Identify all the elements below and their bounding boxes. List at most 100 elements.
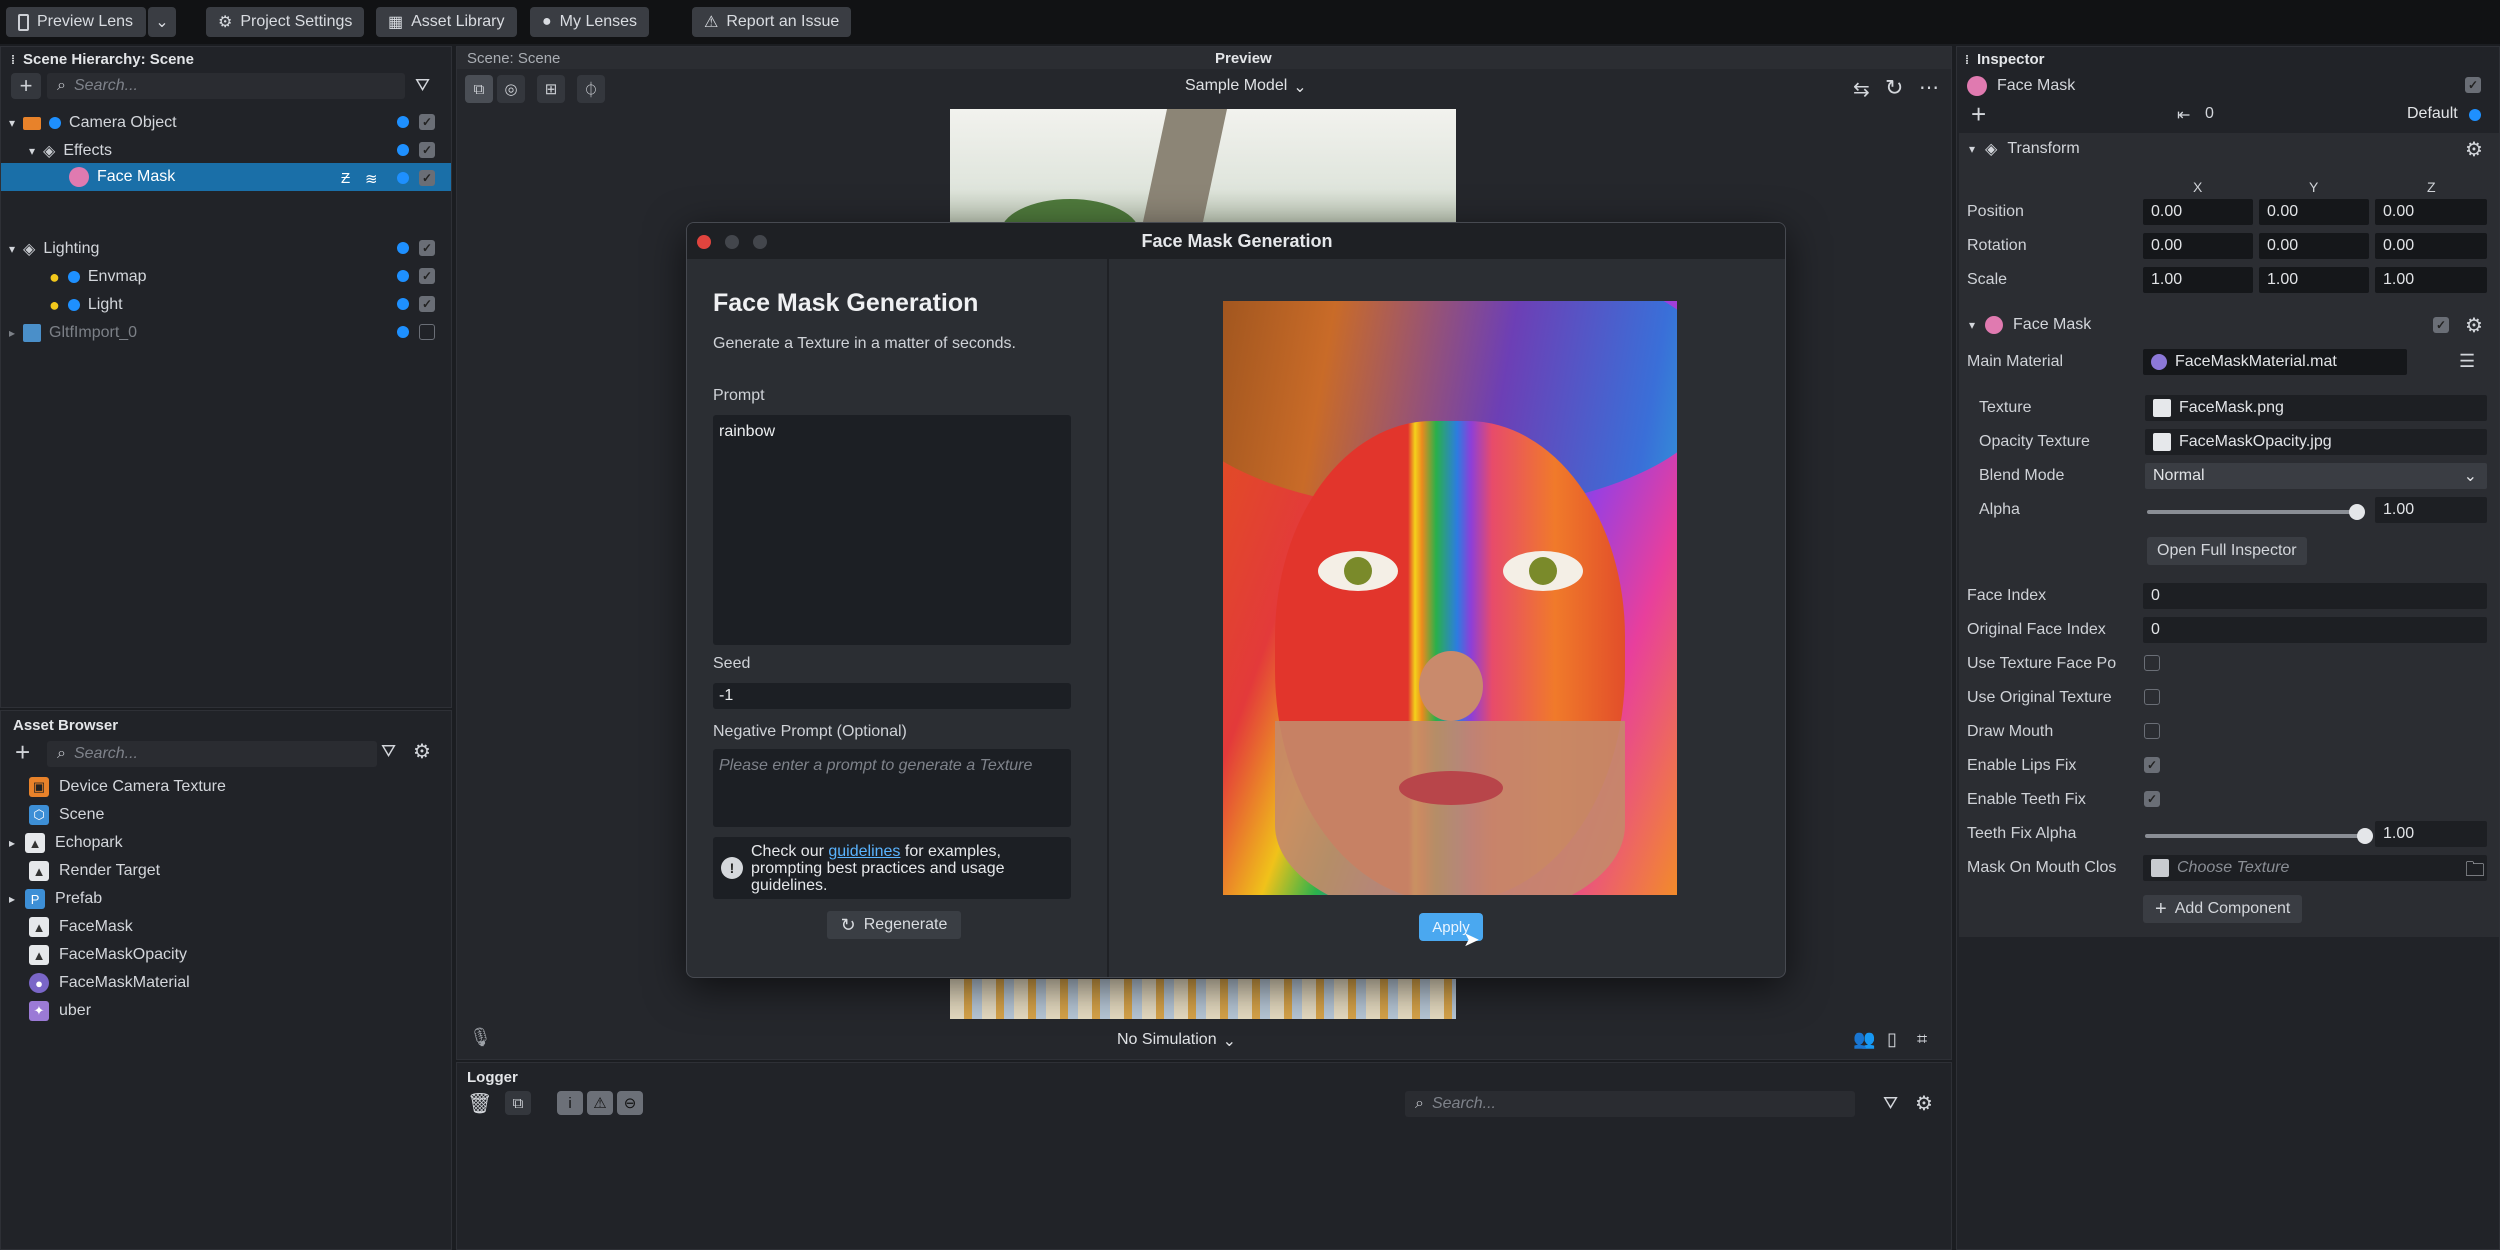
asset-item[interactable]: ▲ Render Target [29,857,160,885]
sample-model-dropdown[interactable]: Sample Model ⌄ [1185,77,1307,97]
layer-value[interactable]: 0 [2205,105,2214,123]
opacity-texture-field[interactable]: FaceMaskOpacity.jpg [2145,429,2487,455]
alpha-slider-handle[interactable] [2349,504,2365,520]
asset-item[interactable]: ▲ FaceMaskOpacity [29,941,187,969]
alpha-slider-track[interactable] [2147,510,2357,514]
asset-item[interactable]: ▲ FaceMask [29,913,133,941]
negative-prompt-textarea[interactable]: Please enter a prompt to generate a Text… [713,749,1071,827]
collapse-logs-button[interactable]: ⧉ [505,1091,531,1115]
trash-icon[interactable]: 🗑 [467,1091,492,1116]
guidelines-link[interactable]: guidelines [828,843,900,860]
hierarchy-item-light[interactable]: ● Light [49,291,123,319]
draw-mouth-checkbox[interactable] [2144,723,2160,739]
mask-on-mouth-field[interactable]: Choose Texture [2143,855,2487,881]
gear-icon[interactable]: ⚙ [2465,137,2483,162]
filter-icon[interactable]: ⛛ [415,75,430,96]
position-z-field[interactable]: 0.00 [2375,199,2487,225]
hierarchy-item-gltf[interactable]: ▸ GltfImport_0 [9,319,137,347]
scene-tool-button[interactable]: ⊞ [537,75,565,103]
asset-item[interactable]: ▣ Device Camera Texture [29,773,226,801]
rotation-z-field[interactable]: 0.00 [2375,233,2487,259]
visibility-dot[interactable] [397,270,409,282]
scene-tool-button[interactable]: ◎ [497,75,525,103]
asset-item[interactable]: ▸ P Prefab [9,885,102,913]
visibility-dot[interactable] [397,326,409,338]
position-y-field[interactable]: 0.00 [2259,199,2369,225]
filter-icon[interactable]: ⛛ [1883,1093,1898,1114]
my-lenses-button[interactable]: ● My Lenses [530,7,650,37]
hierarchy-item-lighting[interactable]: ▾ ◈ Lighting [9,235,99,263]
hierarchy-search-input[interactable]: ⌕ Search... [47,73,405,99]
people-icon[interactable]: 👥 [1853,1029,1875,1050]
layer-name[interactable]: Default [2407,105,2458,123]
face-mask-header[interactable]: ▾ Face Mask [1969,311,2091,339]
crop-icon[interactable]: ⌗ [1917,1029,1927,1050]
report-issue-button[interactable]: ⚠ Report an Issue [692,7,852,37]
enabled-checkbox[interactable]: ✓ [419,142,435,158]
enable-teeth-fix-checkbox[interactable]: ✓ [2144,791,2160,807]
scale-y-field[interactable]: 1.00 [2259,267,2369,293]
enabled-checkbox[interactable]: ✓ [419,170,435,186]
asset-item[interactable]: ▸ ▲ Echopark [9,829,123,857]
enabled-checkbox[interactable] [419,324,435,340]
sliders-icon[interactable]: ☰ [2459,351,2475,372]
simulation-dropdown[interactable]: No Simulation ⌄ [1117,1031,1236,1051]
reset-icon[interactable]: ↻ [1885,75,1903,101]
scene-tool-button[interactable]: ⧉ [465,75,493,103]
visibility-dot[interactable] [397,242,409,254]
mute-icon[interactable]: 🎙 [469,1027,492,1048]
rotation-x-field[interactable]: 0.00 [2143,233,2253,259]
hierarchy-item-envmap[interactable]: ● Envmap [49,263,147,291]
add-asset-button[interactable]: + [15,737,30,768]
warning-filter-button[interactable]: ⚠ [587,1091,613,1115]
gear-icon[interactable]: ⚙ [413,739,431,764]
use-original-texture-checkbox[interactable] [2144,689,2160,705]
sync-icon[interactable]: ⇆ [1853,77,1870,102]
visibility-dot[interactable] [397,298,409,310]
visibility-dot[interactable] [397,116,409,128]
prompt-textarea[interactable]: rainbow [713,415,1071,645]
visibility-dot[interactable] [397,172,409,184]
transform-header[interactable]: ▾ ◈ Transform [1969,135,2080,163]
project-settings-button[interactable]: ⚙ Project Settings [206,7,365,37]
filter-icon[interactable]: ⛛ [381,741,396,762]
position-x-field[interactable]: 0.00 [2143,199,2253,225]
enable-lips-fix-checkbox[interactable]: ✓ [2144,757,2160,773]
add-component-button[interactable]: + Add Component [2143,895,2303,923]
teeth-alpha-slider-track[interactable] [2145,834,2365,838]
asset-item[interactable]: ✦ uber [29,997,91,1025]
enabled-checkbox[interactable]: ✓ [419,296,435,312]
enabled-checkbox[interactable]: ✓ [419,114,435,130]
texture-field[interactable]: FaceMask.png [2145,395,2487,421]
add-tag-button[interactable]: + [1971,99,1986,130]
logger-search-input[interactable]: ⌕ Search... [1405,1091,1855,1117]
info-filter-button[interactable]: i [557,1091,583,1115]
gear-icon[interactable]: ⚙ [2465,313,2483,338]
asset-item[interactable]: ⬡ Scene [29,801,104,829]
asset-library-button[interactable]: ▦ Asset Library [376,7,517,37]
asset-item[interactable]: ● FaceMaskMaterial [29,969,190,997]
seed-input[interactable]: -1 [713,683,1071,709]
main-material-field[interactable]: FaceMaskMaterial.mat [2143,349,2407,375]
scale-x-field[interactable]: 1.00 [2143,267,2253,293]
blend-mode-select[interactable]: Normal ⌄ [2145,463,2487,489]
enabled-checkbox[interactable]: ✓ [419,240,435,256]
rotation-y-field[interactable]: 0.00 [2259,233,2369,259]
more-icon[interactable]: ⋯ [1919,75,1939,100]
hierarchy-item-effects[interactable]: ▾ ◈ Effects [29,137,112,165]
asset-search-input[interactable]: ⌕ Search... [47,741,377,767]
gear-icon[interactable]: ⚙ [1915,1091,1933,1116]
hierarchy-item-camera[interactable]: ▾ Camera Object [9,109,177,137]
open-full-inspector-button[interactable]: Open Full Inspector [2147,537,2307,565]
object-enabled-checkbox[interactable]: ✓ [2465,77,2481,93]
scene-tool-button[interactable]: ⏀ [577,75,605,103]
original-face-index-field[interactable]: 0 [2143,617,2487,643]
scale-z-field[interactable]: 1.00 [2375,267,2487,293]
alpha-value-field[interactable]: 1.00 [2375,497,2487,523]
teeth-alpha-value-field[interactable]: 1.00 [2375,821,2487,847]
error-filter-button[interactable]: ⊖ [617,1091,643,1115]
add-object-button[interactable]: + [11,73,41,99]
folder-icon[interactable]: 🗀 [2465,855,2485,889]
preview-lens-button[interactable]: Preview Lens [6,7,146,37]
visibility-dot[interactable] [397,144,409,156]
